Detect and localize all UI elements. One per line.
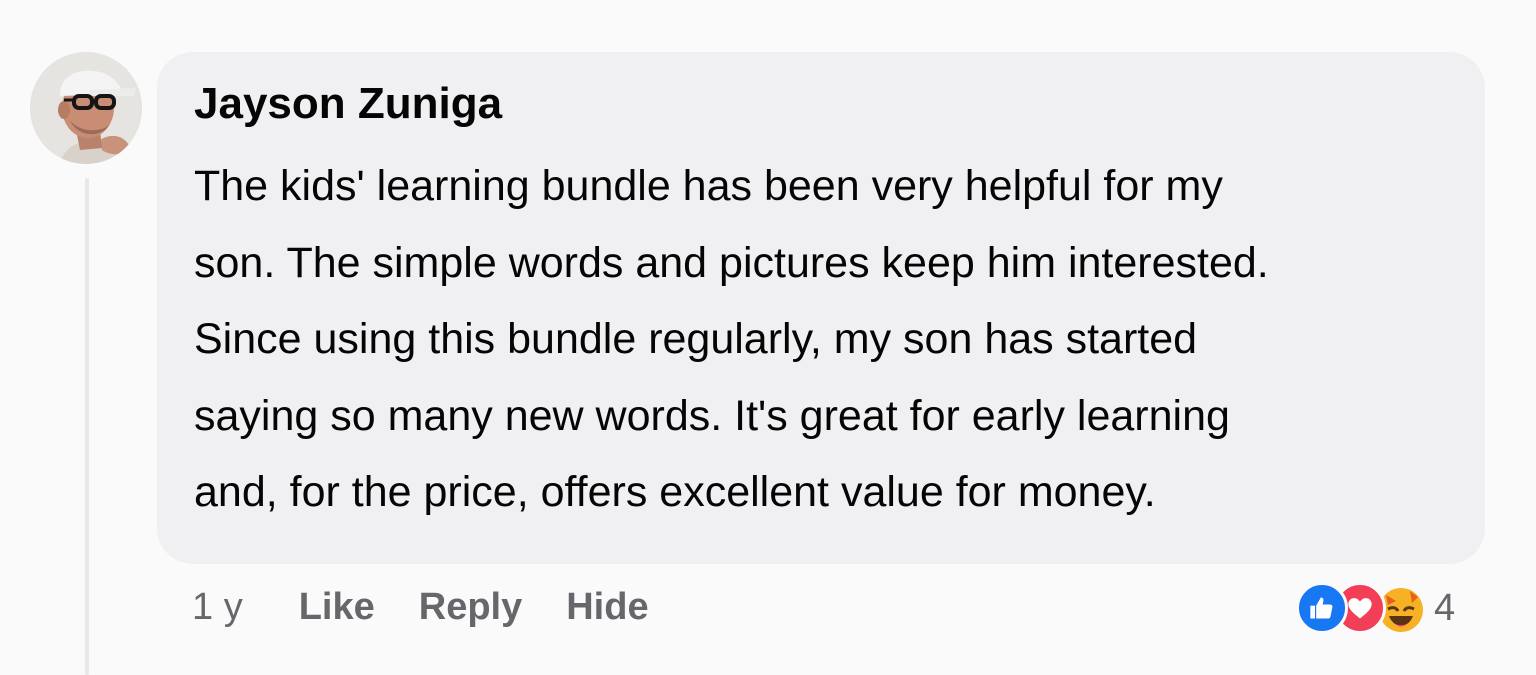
comment-body-line: and, for the price, offers excellent val… xyxy=(194,468,1156,516)
comment-body-line: The kids' learning bundle has been very … xyxy=(194,162,1223,210)
comment-container: Jayson Zuniga The kids' learning bundle … xyxy=(0,0,1536,675)
reaction-count: 4 xyxy=(1434,586,1456,629)
comment-body-line: saying so many new words. It's great for… xyxy=(194,391,1230,440)
avatar[interactable] xyxy=(30,52,142,164)
thread-line xyxy=(85,178,89,675)
comment-body-line: son. The simple words and pictures keep … xyxy=(194,238,1269,287)
hide-button[interactable]: Hide xyxy=(566,586,648,629)
reactions-summary[interactable]: 4 xyxy=(1296,580,1455,636)
reply-button[interactable]: Reply xyxy=(419,586,522,629)
like-button[interactable]: Like xyxy=(299,586,375,629)
comment-body: The kids' learning bundle has been very … xyxy=(194,148,1464,531)
profile-photo xyxy=(30,52,142,164)
comment-timestamp[interactable]: 1 y xyxy=(192,586,243,629)
like-icon xyxy=(1296,582,1348,634)
comment-author[interactable]: Jayson Zuniga xyxy=(194,78,502,130)
comment-body-line: Since using this bundle regularly, my so… xyxy=(194,315,1198,363)
comment-actions: 1 y Like Reply Hide xyxy=(192,582,693,632)
